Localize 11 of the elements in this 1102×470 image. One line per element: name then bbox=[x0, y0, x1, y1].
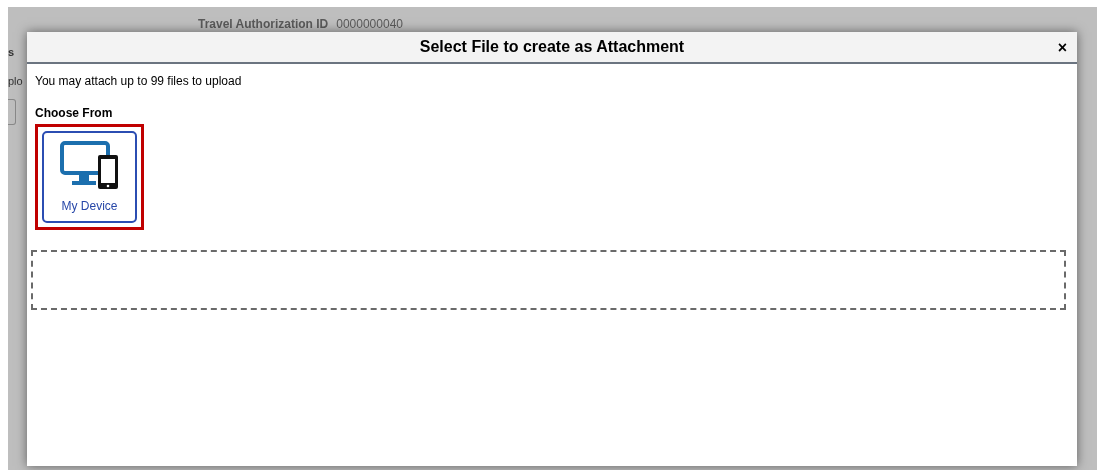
device-tile[interactable]: My Device bbox=[42, 131, 137, 223]
field-value: 0000000040 bbox=[336, 16, 403, 33]
info-text: You may attach up to 99 files to upload bbox=[35, 73, 243, 90]
dialog-title: Select File to create as Attachment bbox=[419, 37, 685, 57]
field-label: Travel Authorization ID bbox=[198, 16, 329, 33]
cut-text: s bbox=[8, 47, 15, 58]
devices-icon bbox=[59, 141, 120, 189]
section-label: Choose From bbox=[35, 105, 114, 122]
close-button[interactable]: × bbox=[1055, 40, 1069, 56]
cut-text: plo bbox=[8, 76, 23, 87]
partial-field bbox=[8, 99, 16, 125]
